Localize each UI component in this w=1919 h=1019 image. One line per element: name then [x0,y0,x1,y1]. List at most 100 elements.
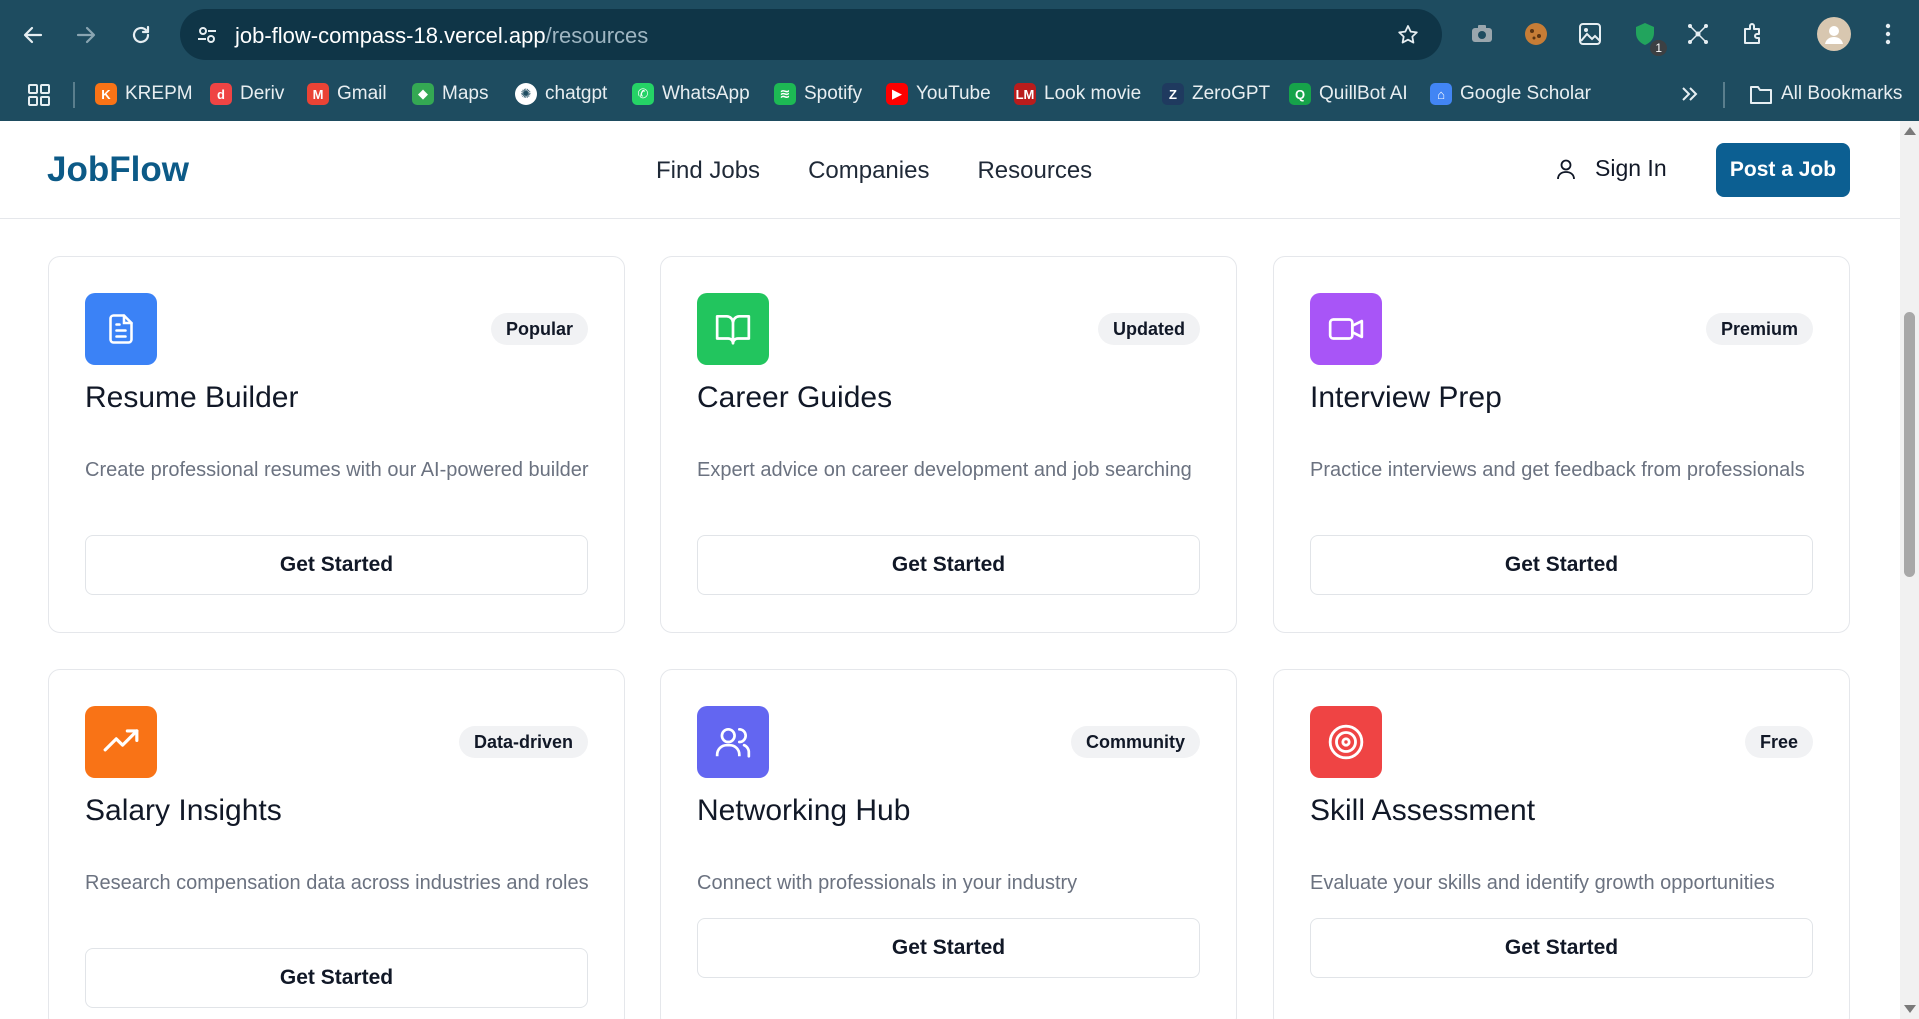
bookmark-item[interactable]: ▶ YouTube [886,80,991,108]
card-description: Connect with professionals in your indus… [697,872,1078,894]
reload-button[interactable] [123,17,159,53]
get-started-button[interactable]: Get Started [85,948,588,1008]
chatgpt-icon: ✺ [515,83,537,105]
gmail-icon: M [307,83,329,105]
arrow-left-icon [23,26,43,44]
image-extension-icon[interactable] [1574,18,1606,50]
back-button[interactable] [15,17,51,53]
nav-companies[interactable]: Companies [808,157,929,185]
cookie-extension-icon[interactable] [1520,18,1552,50]
get-started-button[interactable]: Get Started [697,535,1200,595]
lookmovie-icon: LM [1014,83,1036,105]
shield-extension-icon[interactable]: 1 [1629,18,1667,56]
users-icon [697,706,769,778]
bookmark-label: Gmail [337,83,387,104]
card-title: Interview Prep [1310,381,1502,414]
camera-extension-icon[interactable] [1466,18,1498,50]
url-text[interactable]: job-flow-compass-18.vercel.app/resources [235,23,648,49]
bookmark-label: Look movie [1044,83,1142,104]
nav-resources[interactable]: Resources [977,157,1092,185]
card-badge: Community [1071,726,1200,758]
scroll-up-arrow-icon[interactable] [1904,127,1916,135]
bookmark-label: KREPM [125,83,193,104]
nav-find-jobs[interactable]: Find Jobs [656,157,760,185]
resource-card: Premium Interview Prep Practice interviews… [1273,256,1850,633]
bookmark-item[interactable]: d Deriv [210,80,284,108]
card-badge: Data-driven [458,726,588,758]
bookmark-item[interactable]: ✺ chatgpt [515,80,607,108]
get-started-button[interactable]: Get Started [697,918,1200,978]
all-bookmarks-button[interactable]: All Bookmarks [1749,80,1902,108]
card-description: Practice interviews and get feedback fro… [1310,459,1805,481]
get-started-button[interactable]: Get Started [1310,535,1813,595]
url-host: job-flow-compass-18.vercel.app [235,23,546,48]
whatsapp-icon: ✆ [632,83,654,105]
spotify-icon: ≋ [774,83,796,105]
profile-avatar-icon[interactable] [1817,17,1851,51]
bookmark-label: chatgpt [545,83,608,104]
bookmark-label: Deriv [240,83,285,104]
resource-card: Updated Career Guides Expert advice on car… [660,256,1237,633]
target-icon [1310,706,1382,778]
sign-in-button[interactable]: Sign In [1555,155,1667,182]
bookmark-item[interactable]: ◆ Maps [412,80,488,108]
more-bookmarks-chevron-icon[interactable] [1679,80,1699,108]
document-icon [85,293,157,365]
bookmarks-divider [1723,82,1725,108]
bookmark-star-icon[interactable] [1394,21,1422,49]
card-description: Expert advice on career development and … [697,459,1192,481]
logo[interactable]: JobFlow [47,150,189,190]
bookmark-item[interactable]: K KREPM [95,80,193,108]
card-description: Evaluate your skills and identify growth… [1310,872,1775,894]
browser-chrome: job-flow-compass-18.vercel.app/resources… [0,0,1919,121]
book-open-icon [697,293,769,365]
bookmark-item[interactable]: M Gmail [307,80,387,108]
bookmark-label: WhatsApp [662,83,750,104]
forward-button[interactable] [68,17,104,53]
address-bar[interactable]: job-flow-compass-18.vercel.app/resources [180,9,1442,60]
site-header: JobFlow Find Jobs Companies Resources Si… [0,121,1900,219]
extension-badge: 1 [1650,40,1667,56]
apps-grid-icon[interactable] [27,81,51,109]
site-settings-icon[interactable] [194,22,220,48]
zerogpt-icon: Z [1162,83,1184,105]
url-path: /resources [545,23,649,48]
card-title: Career Guides [697,381,893,414]
bookmark-label: Spotify [804,83,863,104]
page-scrollbar[interactable] [1900,121,1919,1019]
all-bookmarks-label: All Bookmarks [1781,83,1903,104]
network-extension-icon[interactable] [1682,18,1714,50]
bookmark-item[interactable]: ⌂ Google Scholar [1430,80,1591,108]
puzzle-extensions-icon[interactable] [1737,18,1769,50]
browser-toolbar: job-flow-compass-18.vercel.app/resources… [0,0,1919,68]
krepm-icon: K [95,83,117,105]
scroll-down-arrow-icon[interactable] [1904,1005,1916,1013]
bookmark-label: Maps [442,83,489,104]
get-started-button[interactable]: Get Started [1310,918,1813,978]
browser-menu-icon[interactable] [1872,18,1904,50]
card-description: Research compensation data across indust… [85,872,589,894]
deriv-icon: d [210,83,232,105]
card-title: Salary Insights [85,794,282,827]
bookmark-item[interactable]: ≋ Spotify [774,80,862,108]
bookmark-label: ZeroGPT [1192,83,1271,104]
get-started-button[interactable]: Get Started [85,535,588,595]
card-description: Create professional resumes with our AI-… [85,459,589,481]
video-icon [1310,293,1382,365]
resource-card: Data-driven Salary Insights Research compe… [48,669,625,1019]
bookmarks-bar: K KREPM d Deriv M Gmail ◆ Maps ✺ chatgpt ✆ WhatsApp… [0,68,1919,121]
bookmark-label: Google Scholar [1460,83,1591,104]
post-job-button[interactable]: Post a Job [1716,143,1850,197]
scroll-thumb[interactable] [1904,312,1915,577]
reload-icon [132,25,150,44]
bookmark-item[interactable]: Z ZeroGPT [1162,80,1270,108]
card-badge: Updated [1098,313,1200,345]
bookmark-item[interactable]: ✆ WhatsApp [632,80,750,108]
bookmark-item[interactable]: Q QuillBot AI [1289,80,1408,108]
bookmarks-divider [73,82,75,108]
bookmark-item[interactable]: LM Look movie [1014,80,1141,108]
arrow-right-icon [76,26,96,44]
maps-icon: ◆ [412,83,434,105]
sign-in-label: Sign In [1595,155,1667,181]
user-icon [1557,159,1575,179]
